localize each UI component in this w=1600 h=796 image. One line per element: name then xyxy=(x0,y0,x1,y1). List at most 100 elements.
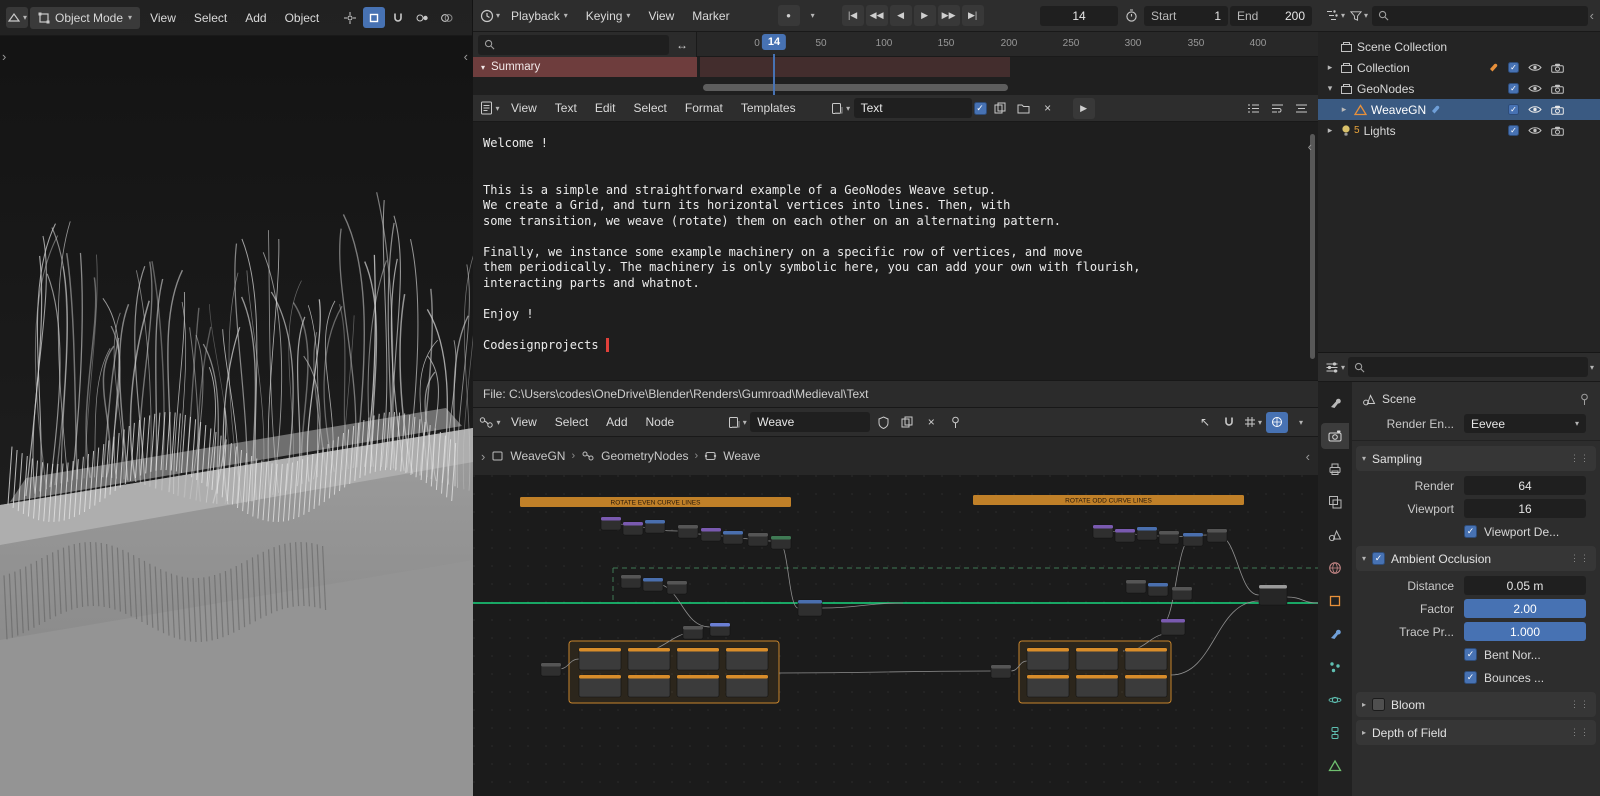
register-checkbox[interactable]: ✓ xyxy=(973,101,987,115)
menu-playback[interactable]: Playback ▾ xyxy=(503,5,576,27)
browse-text-button[interactable]: ▾ xyxy=(830,98,852,119)
outliner-filter-button[interactable]: ▾ xyxy=(1348,5,1370,26)
menu-select[interactable]: Select xyxy=(186,7,235,29)
node[interactable] xyxy=(1114,528,1136,543)
menu-select[interactable]: Select xyxy=(547,411,596,433)
editor-options-icon[interactable]: ▾ xyxy=(1242,412,1264,433)
jump-to-end-button[interactable]: ▶| xyxy=(961,5,984,26)
node[interactable] xyxy=(666,580,688,595)
overlay-toggle-icon[interactable] xyxy=(1266,411,1288,433)
menu-view[interactable]: View xyxy=(503,97,545,119)
render-camera-icon[interactable] xyxy=(1551,63,1564,73)
node[interactable] xyxy=(1092,524,1114,539)
node[interactable] xyxy=(709,622,731,637)
tab-view-layer[interactable] xyxy=(1321,489,1349,515)
tab-render[interactable] xyxy=(1321,423,1349,449)
menu-marker[interactable]: Marker xyxy=(684,5,737,27)
hide-eye-icon[interactable] xyxy=(1528,105,1542,114)
menu-templates[interactable]: Templates xyxy=(733,97,804,119)
ambient-occlusion-checkbox[interactable]: ✓ xyxy=(1372,552,1386,565)
node[interactable] xyxy=(682,625,704,640)
breadcrumb-node-tree[interactable]: Weave xyxy=(723,449,760,463)
expand-icon[interactable]: ▸ xyxy=(1324,125,1336,136)
properties-search-input[interactable] xyxy=(1348,357,1588,377)
panel-sampling-header[interactable]: ▾ Sampling ⋮⋮ xyxy=(1356,446,1596,471)
go-to-parent-icon[interactable]: ↖ xyxy=(1194,412,1216,433)
outliner-editor-type-button[interactable]: ▾ xyxy=(1324,5,1346,26)
drag-dots-icon[interactable]: ⋮⋮ xyxy=(1570,727,1590,738)
channel-search-input[interactable] xyxy=(478,34,669,55)
pin-icon[interactable] xyxy=(1579,393,1590,406)
node[interactable] xyxy=(578,647,622,671)
menu-node[interactable]: Node xyxy=(638,411,683,433)
node-editor-type-button[interactable]: ▾ xyxy=(479,412,501,433)
pin-icon[interactable] xyxy=(944,412,966,433)
node[interactable] xyxy=(540,662,562,677)
pivot-icon[interactable] xyxy=(411,7,433,28)
copy-icon[interactable] xyxy=(896,412,918,433)
timeline-horizontal-scrollbar[interactable] xyxy=(703,84,1008,91)
node[interactable] xyxy=(1124,647,1168,671)
line-numbers-icon[interactable] xyxy=(1242,98,1264,119)
word-wrap-icon[interactable] xyxy=(1266,98,1288,119)
use-preview-range-button[interactable] xyxy=(1120,5,1142,26)
outliner-row-scene-collection[interactable]: Scene Collection xyxy=(1318,36,1600,57)
node-editor-canvas[interactable]: ROTATE EVEN CURVE LINES ROTATE ODD CURVE… xyxy=(473,475,1318,796)
play-button[interactable]: ▶ xyxy=(913,5,936,26)
viewport-denoise-checkbox[interactable]: ✓ xyxy=(1464,525,1477,538)
node[interactable] xyxy=(620,574,642,589)
render-engine-dropdown[interactable]: Eevee ▾ xyxy=(1464,414,1586,433)
exclude-checkbox[interactable]: ✓ xyxy=(1508,125,1519,136)
node[interactable] xyxy=(770,535,792,550)
snap-icon[interactable] xyxy=(387,7,409,28)
proportional-editing-icon[interactable] xyxy=(363,7,386,28)
tab-output[interactable] xyxy=(1321,456,1349,482)
node[interactable] xyxy=(1124,674,1168,698)
node[interactable] xyxy=(1026,647,1070,671)
text-content[interactable]: Welcome ! This is a simple and straightf… xyxy=(473,122,1318,353)
node[interactable] xyxy=(747,532,769,547)
node[interactable] xyxy=(1182,532,1204,547)
tab-scene[interactable] xyxy=(1321,522,1349,548)
render-camera-icon[interactable] xyxy=(1551,105,1564,115)
expand-icon[interactable]: ▸ xyxy=(1324,62,1336,73)
frame-start-field[interactable]: Start 1 xyxy=(1144,5,1228,26)
panel-bloom-header[interactable]: ▸ Bloom ⋮⋮ xyxy=(1356,692,1596,717)
outliner-row-lights[interactable]: ▸ 5 Lights ✓ xyxy=(1318,120,1600,141)
ao-factor-slider[interactable]: 2.00 xyxy=(1464,599,1586,618)
properties-editor-type-button[interactable]: ▾ xyxy=(1324,357,1346,378)
hide-eye-icon[interactable] xyxy=(1528,126,1542,135)
outliner-row-geonodes[interactable]: ▾ GeoNodes ✓ xyxy=(1318,78,1600,99)
expand-collapse-icon[interactable]: ↔ xyxy=(673,34,691,55)
exclude-checkbox[interactable]: ✓ xyxy=(1508,62,1519,73)
snap-icon[interactable] xyxy=(1218,412,1240,433)
breadcrumb-object[interactable]: WeaveGN xyxy=(510,449,565,463)
text-editor-body[interactable]: Welcome ! This is a simple and straightf… xyxy=(473,122,1318,380)
node[interactable] xyxy=(622,521,644,536)
node[interactable] xyxy=(1258,584,1288,606)
summary-channel[interactable]: ▾ Summary xyxy=(473,57,697,77)
node[interactable] xyxy=(600,516,622,531)
menu-keying[interactable]: Keying ▾ xyxy=(578,5,639,27)
node[interactable] xyxy=(1160,618,1186,636)
node[interactable] xyxy=(1075,647,1119,671)
outliner-search-input[interactable] xyxy=(1372,5,1588,26)
prev-frame-button[interactable]: ◀ xyxy=(889,5,912,26)
node[interactable] xyxy=(700,527,722,542)
run-script-button[interactable]: ▶ xyxy=(1072,97,1095,119)
node[interactable] xyxy=(725,647,769,671)
current-frame-field[interactable]: 14 xyxy=(1040,5,1118,26)
unlink-icon[interactable]: × xyxy=(920,412,942,433)
node[interactable] xyxy=(722,530,744,545)
node[interactable] xyxy=(797,599,823,617)
text-name-field[interactable]: Text xyxy=(853,98,972,118)
menu-add[interactable]: Add xyxy=(598,411,635,433)
timeline-editor-type-button[interactable]: ▾ xyxy=(479,5,501,26)
ao-distance-field[interactable]: 0.05 m xyxy=(1464,576,1586,595)
next-keyframe-button[interactable]: ▶▶ xyxy=(937,5,960,26)
exclude-checkbox[interactable]: ✓ xyxy=(1508,104,1519,115)
node[interactable] xyxy=(1075,674,1119,698)
node[interactable] xyxy=(1136,526,1158,541)
node-graph[interactable]: ROTATE EVEN CURVE LINES ROTATE ODD CURVE… xyxy=(473,475,1318,796)
collapse-icon[interactable]: ▾ xyxy=(1324,83,1336,94)
